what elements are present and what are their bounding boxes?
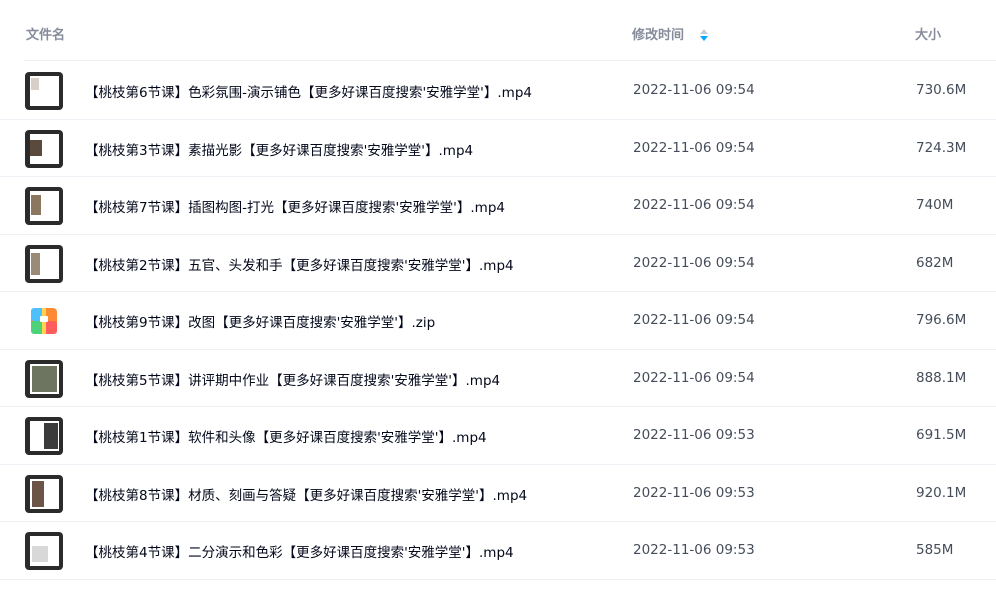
column-header-size[interactable]: 大小 bbox=[915, 24, 941, 43]
thumbnail-frame bbox=[30, 248, 59, 279]
video-thumbnail-icon bbox=[25, 187, 63, 225]
video-thumbnail-icon bbox=[25, 359, 63, 398]
file-name[interactable]: 【桃枝第3节课】素描光影【更多好课百度搜索'安雅学堂'】.mp4 bbox=[85, 139, 473, 159]
thumbnail-image bbox=[30, 139, 42, 156]
file-size: 740M bbox=[916, 197, 954, 213]
thumbnail-image bbox=[31, 78, 39, 90]
video-thumbnail-icon bbox=[25, 244, 63, 283]
file-modified-time: 2022-11-06 09:53 bbox=[633, 542, 755, 558]
file-size: 888.1M bbox=[916, 369, 967, 386]
thumbnail-frame bbox=[30, 191, 59, 221]
file-size: 724.3M bbox=[916, 139, 967, 156]
file-modified-time: 2022-11-06 09:54 bbox=[633, 312, 755, 328]
file-modified-time: 2022-11-06 09:54 bbox=[633, 82, 755, 98]
thumbnail-frame bbox=[30, 76, 59, 106]
file-name[interactable]: 【桃枝第4节课】二分演示和色彩【更多好课百度搜索'安雅学堂'】.mp4 bbox=[85, 541, 514, 561]
file-size: 585M bbox=[916, 542, 954, 558]
file-name[interactable]: 【桃枝第9节课】改图【更多好课百度搜索'安雅学堂'】.zip bbox=[85, 311, 435, 331]
thumbnail-frame bbox=[30, 478, 59, 509]
file-name[interactable]: 【桃枝第8节课】材质、刻画与答疑【更多好课百度搜索'安雅学堂'】.mp4 bbox=[85, 484, 527, 504]
file-size: 682M bbox=[916, 254, 954, 271]
video-thumbnail-icon bbox=[25, 474, 63, 513]
file-modified-time: 2022-11-06 09:54 bbox=[633, 197, 755, 213]
file-row[interactable]: 【桃枝第1节课】软件和头像【更多好课百度搜索'安雅学堂'】.mp4 2022-11… bbox=[0, 407, 996, 465]
file-row[interactable]: 【桃枝第6节课】色彩氛围-演示铺色【更多好课百度搜索'安雅学堂'】.mp4 202… bbox=[0, 62, 996, 120]
file-size: 796.6M bbox=[916, 312, 967, 328]
video-thumbnail-icon bbox=[25, 417, 63, 455]
file-size: 920.1M bbox=[916, 484, 967, 501]
sort-icon[interactable] bbox=[699, 29, 708, 41]
column-header-name[interactable]: 文件名 bbox=[26, 24, 65, 43]
file-size: 730.6M bbox=[916, 82, 967, 98]
file-name[interactable]: 【桃枝第5节课】讲评期中作业【更多好课百度搜索'安雅学堂'】.mp4 bbox=[85, 369, 500, 389]
file-name[interactable]: 【桃枝第6节课】色彩氛围-演示铺色【更多好课百度搜索'安雅学堂'】.mp4 bbox=[85, 81, 532, 101]
file-size: 691.5M bbox=[916, 427, 967, 443]
file-row[interactable]: 【桃枝第9节课】改图【更多好课百度搜索'安雅学堂'】.zip 2022-11-06… bbox=[0, 292, 996, 350]
thumbnail-image bbox=[31, 195, 41, 215]
column-header-modified-time[interactable]: 修改时间 bbox=[632, 24, 708, 43]
file-modified-time: 2022-11-06 09:53 bbox=[633, 484, 755, 501]
file-row[interactable]: 【桃枝第4节课】二分演示和色彩【更多好课百度搜索'安雅学堂'】.mp4 2022-… bbox=[0, 522, 996, 580]
file-row[interactable]: 【桃枝第7节课】插图构图-打光【更多好课百度搜索'安雅学堂'】.mp4 2022-… bbox=[0, 177, 996, 235]
file-list: 文件名 修改时间 大小 【桃枝第6节课】色彩氛围-演示铺色【更多好课百度搜索'安… bbox=[0, 0, 996, 605]
file-modified-time: 2022-11-06 09:54 bbox=[633, 369, 755, 386]
thumbnail-frame bbox=[30, 363, 59, 394]
thumbnail-image bbox=[31, 252, 40, 275]
file-row[interactable]: 【桃枝第5节课】讲评期中作业【更多好课百度搜索'安雅学堂'】.mp4 2022-1… bbox=[0, 350, 996, 407]
video-thumbnail-icon bbox=[25, 532, 63, 570]
file-row[interactable]: 【桃枝第8节课】材质、刻画与答疑【更多好课百度搜索'安雅学堂'】.mp4 2022… bbox=[0, 465, 996, 522]
video-thumbnail-icon bbox=[25, 129, 63, 168]
thumbnail-image bbox=[44, 423, 58, 449]
file-row[interactable]: 【桃枝第2节课】五官、头发和手【更多好课百度搜索'安雅学堂'】.mp4 2022-… bbox=[0, 235, 996, 292]
header-divider bbox=[24, 60, 996, 61]
file-row[interactable]: 【桃枝第3节课】素描光影【更多好课百度搜索'安雅学堂'】.mp4 2022-11-… bbox=[0, 120, 996, 177]
file-modified-time: 2022-11-06 09:54 bbox=[633, 254, 755, 271]
thumbnail-image bbox=[32, 546, 48, 562]
video-thumbnail-icon bbox=[25, 72, 63, 110]
file-name[interactable]: 【桃枝第2节课】五官、头发和手【更多好课百度搜索'安雅学堂'】.mp4 bbox=[85, 254, 514, 274]
file-modified-time: 2022-11-06 09:54 bbox=[633, 139, 755, 156]
list-header: 文件名 修改时间 大小 bbox=[0, 0, 996, 62]
thumbnail-image bbox=[32, 480, 44, 507]
file-name[interactable]: 【桃枝第1节课】软件和头像【更多好课百度搜索'安雅学堂'】.mp4 bbox=[85, 426, 487, 446]
column-header-modified-time-label: 修改时间 bbox=[632, 28, 685, 43]
thumbnail-frame bbox=[30, 133, 59, 164]
thumbnail-image bbox=[32, 365, 57, 392]
zip-file-icon bbox=[25, 302, 63, 340]
file-modified-time: 2022-11-06 09:53 bbox=[633, 427, 755, 443]
thumbnail-frame bbox=[30, 536, 59, 566]
file-name[interactable]: 【桃枝第7节课】插图构图-打光【更多好课百度搜索'安雅学堂'】.mp4 bbox=[85, 196, 505, 216]
thumbnail-frame bbox=[30, 421, 59, 451]
